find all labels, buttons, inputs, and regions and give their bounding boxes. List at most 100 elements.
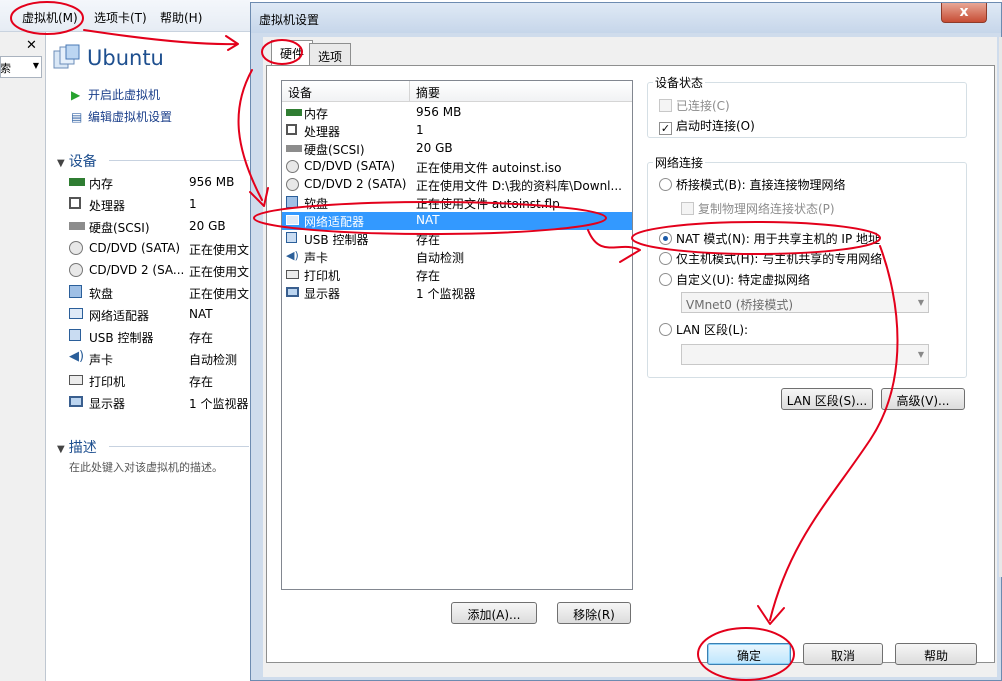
chevron-down-icon[interactable]: ▼	[918, 298, 924, 307]
device-name: 内存	[89, 177, 114, 191]
column-header-device[interactable]: 设备	[282, 81, 410, 102]
bridged-radio[interactable]: 桥接模式(B): 直接连接物理网络	[659, 176, 845, 193]
checkbox-box[interactable]	[659, 99, 672, 112]
cancel-button[interactable]: 取消	[803, 643, 883, 665]
radio-button[interactable]	[659, 178, 672, 191]
dialog-titlebar[interactable]: 虚拟机设置 x	[251, 3, 1001, 33]
help-button[interactable]: 帮助	[895, 643, 977, 665]
device-value: 存在	[189, 331, 214, 345]
row-summary: 存在	[416, 269, 441, 283]
close-library-icon[interactable]: ✕	[26, 38, 37, 53]
menu-tabs[interactable]: 选项卡(T)	[94, 9, 147, 26]
device-name: 处理器	[89, 199, 126, 213]
device-value: 20 GB	[189, 219, 226, 233]
device-value: 自动检测	[189, 353, 238, 367]
description-field[interactable]: 在此处键入对该虚拟机的描述。	[69, 459, 223, 475]
device-row-processor[interactable]: 处理器 1	[69, 195, 250, 217]
host-only-radio[interactable]: 仅主机模式(H): 与主机共享的专用网络	[659, 250, 882, 267]
connected-label: 已连接(C)	[676, 99, 730, 113]
radio-button[interactable]	[659, 323, 672, 336]
device-row-printer[interactable]: 打印机 存在	[69, 371, 250, 393]
device-row-cd-dvd-2[interactable]: CD/DVD 2 (SA... 正在使用文	[69, 261, 250, 283]
library-panel: ✕ 搜索 ▼	[0, 32, 46, 681]
menu-help[interactable]: 帮助(H)	[160, 9, 202, 26]
lan-segments-button[interactable]: LAN 区段(S)...	[781, 388, 873, 410]
hard-disk-icon	[286, 145, 302, 152]
lan-segment-select[interactable]: ▼	[681, 344, 929, 365]
ok-button[interactable]: 确定	[707, 643, 791, 665]
radio-button[interactable]	[659, 252, 672, 265]
table-row[interactable]: CD/DVD (SATA) 正在使用文件 autoinst.iso	[282, 158, 632, 176]
bridged-label: 桥接模式(B): 直接连接物理网络	[676, 178, 846, 192]
floppy-icon	[286, 196, 298, 208]
row-device-name: 内存	[304, 107, 329, 121]
tab-hardware[interactable]: 硬件	[271, 40, 314, 66]
replicate-state-checkbox[interactable]: 复制物理网络连接状态(P)	[681, 200, 835, 217]
sound-icon: ◀)	[69, 349, 85, 364]
library-search[interactable]: 搜索 ▼	[0, 56, 42, 78]
lan-segment-radio[interactable]: LAN 区段(L):	[659, 321, 748, 338]
table-row[interactable]: ◀) 声卡 自动检测	[282, 248, 632, 266]
device-value: NAT	[189, 307, 213, 321]
replicate-state-label: 复制物理网络连接状态(P)	[698, 202, 835, 216]
table-row[interactable]: 显示器 1 个监视器	[282, 284, 632, 302]
description-section-header[interactable]: ▼ 描述	[57, 437, 97, 457]
edit-settings-icon: ▤	[71, 110, 83, 124]
display-icon	[286, 287, 299, 297]
row-device-name: 硬盘(SCSI)	[304, 143, 365, 157]
radio-button-selected[interactable]	[659, 232, 672, 245]
devices-section-header[interactable]: ▼ 设备	[57, 151, 97, 171]
device-name: 声卡	[89, 353, 114, 367]
device-row-hard-disk[interactable]: 硬盘(SCSI) 20 GB	[69, 217, 250, 239]
power-on-label: 开启此虚拟机	[88, 88, 161, 102]
row-device-name: 处理器	[304, 125, 341, 139]
device-row-display[interactable]: 显示器 1 个监视器	[69, 393, 250, 415]
remove-device-button[interactable]: 移除(R)	[557, 602, 631, 624]
collapse-icon[interactable]: ▼	[57, 158, 65, 169]
vm-settings-dialog: 虚拟机设置 x 硬件 选项 设备 摘要 内存 956 MB 处理器 1 硬盘(S…	[250, 2, 1002, 681]
connected-checkbox[interactable]: 已连接(C)	[659, 97, 730, 114]
check-icon[interactable]: ✓	[659, 122, 672, 135]
collapse-icon[interactable]: ▼	[57, 444, 65, 455]
device-name: 网络适配器	[89, 309, 150, 323]
menu-vm[interactable]: 虚拟机(M)	[22, 9, 78, 26]
table-row[interactable]: 打印机 存在	[282, 266, 632, 284]
row-summary: 正在使用文件 autoinst.flp	[416, 197, 560, 211]
add-device-button[interactable]: 添加(A)...	[451, 602, 537, 624]
table-row[interactable]: 处理器 1	[282, 122, 632, 140]
device-row-floppy[interactable]: 软盘 正在使用文	[69, 283, 250, 305]
table-row[interactable]: CD/DVD 2 (SATA) 正在使用文件 D:\我的资料库\Downl...	[282, 176, 632, 194]
table-row[interactable]: 内存 956 MB	[282, 104, 632, 122]
nat-radio[interactable]: NAT 模式(N): 用于共享主机的 IP 地址	[659, 230, 880, 247]
device-row-usb[interactable]: USB 控制器 存在	[69, 327, 250, 349]
table-row[interactable]: 软盘 正在使用文件 autoinst.flp	[282, 194, 632, 212]
devices-heading: 设备	[68, 154, 97, 170]
table-row[interactable]: 硬盘(SCSI) 20 GB	[282, 140, 632, 158]
power-on-link[interactable]: ▶ 开启此虚拟机	[71, 86, 160, 103]
network-icon	[69, 308, 83, 319]
checkbox-box[interactable]	[681, 202, 694, 215]
memory-icon	[286, 109, 302, 116]
custom-network-select[interactable]: VMnet0 (桥接模式) ▼	[681, 292, 929, 313]
custom-radio[interactable]: 自定义(U): 特定虚拟网络	[659, 271, 810, 288]
edit-settings-link[interactable]: ▤ 编辑虚拟机设置	[71, 108, 172, 125]
row-summary: 1	[416, 123, 424, 137]
table-row[interactable]: USB 控制器 存在	[282, 230, 632, 248]
table-row-selected[interactable]: 网络适配器 NAT	[282, 212, 632, 230]
row-device-name: CD/DVD 2 (SATA)	[304, 177, 407, 191]
device-row-sound[interactable]: ◀) 声卡 自动检测	[69, 349, 250, 371]
device-value: 正在使用文	[189, 265, 250, 279]
column-header-summary[interactable]: 摘要	[410, 81, 632, 102]
device-list[interactable]: 设备 摘要 内存 956 MB 处理器 1 硬盘(SCSI) 20 GB CD/…	[281, 80, 633, 590]
cd-dvd-icon	[286, 178, 299, 191]
chevron-down-icon[interactable]: ▼	[918, 350, 924, 359]
chevron-down-icon[interactable]: ▼	[33, 61, 39, 70]
tab-options[interactable]: 选项	[309, 43, 352, 65]
device-row-cd-dvd[interactable]: CD/DVD (SATA) 正在使用文	[69, 239, 250, 261]
device-row-memory[interactable]: 内存 956 MB	[69, 173, 250, 195]
device-row-network[interactable]: 网络适配器 NAT	[69, 305, 250, 327]
advanced-button[interactable]: 高级(V)...	[881, 388, 965, 410]
radio-button[interactable]	[659, 273, 672, 286]
connect-on-power-on-checkbox[interactable]: ✓ 启动时连接(O)	[659, 117, 755, 135]
close-icon[interactable]: x	[941, 3, 987, 23]
